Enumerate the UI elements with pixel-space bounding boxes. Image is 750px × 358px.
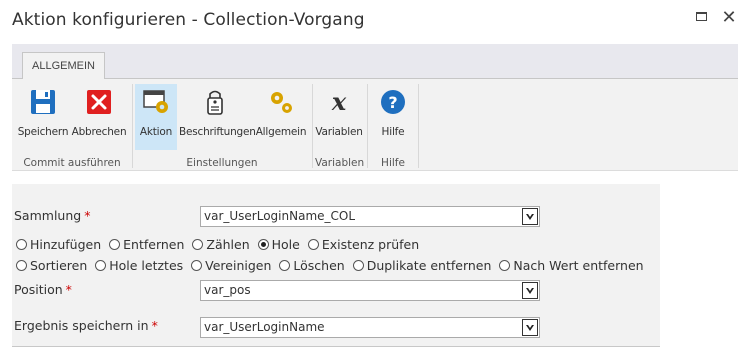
action-icon <box>143 90 168 113</box>
group-separator <box>132 84 133 168</box>
collection-value: var_UserLoginName_COL <box>204 209 356 223</box>
position-value: var_pos <box>204 283 251 297</box>
ribbon: ALLGEMEIN Speichern Abbrechen Commit aus… <box>12 44 738 171</box>
radio-duplikate-entfernen[interactable]: Duplikate entfernen <box>352 258 491 273</box>
general-button[interactable]: Allgemein <box>253 84 309 150</box>
title-bar: Aktion konfigurieren - Collection-Vorgan… <box>0 0 750 42</box>
result-value: var_UserLoginName <box>204 320 325 334</box>
config-form: Sammlung * var_UserLoginName_COL Hinzufüg… <box>12 184 660 347</box>
collection-select[interactable]: var_UserLoginName_COL <box>200 206 540 227</box>
group-separator <box>367 84 368 168</box>
operation-radio-row-2: Sortieren Hole letztes Vereinigen Lösche… <box>16 258 648 273</box>
help-label: Hilfe <box>381 126 405 138</box>
svg-text:x: x <box>331 88 347 116</box>
radio-vereinigen[interactable]: Vereinigen <box>191 258 271 273</box>
help-button[interactable]: ? Hilfe <box>370 84 416 150</box>
chevron-down-icon[interactable] <box>522 282 538 299</box>
cancel-label: Abbrechen <box>71 126 127 138</box>
chevron-down-icon[interactable] <box>522 208 538 225</box>
radio-loeschen[interactable]: Löschen <box>279 258 345 273</box>
radio-hole-letztes[interactable]: Hole letztes <box>95 258 183 273</box>
radio-hole[interactable]: Hole <box>257 237 300 252</box>
result-select[interactable]: var_UserLoginName <box>200 317 540 338</box>
group-help-label: Hilfe <box>381 157 405 169</box>
group-commit-label: Commit ausführen <box>23 157 121 169</box>
radio-zaehlen[interactable]: Zählen <box>192 237 250 252</box>
variables-button[interactable]: x Variablen <box>315 84 363 150</box>
radio-hinzufuegen[interactable]: Hinzufügen <box>16 237 101 252</box>
save-button[interactable]: Speichern <box>16 84 70 150</box>
operation-radio-row-1: Hinzufügen Entfernen Zählen Hole Existen… <box>16 237 423 252</box>
position-select[interactable]: var_pos <box>200 280 540 301</box>
tag-icon <box>207 90 223 115</box>
labels-label: Beschriftungen <box>179 126 256 138</box>
radio-existenz-pruefen[interactable]: Existenz prüfen <box>307 237 419 252</box>
collection-label: Sammlung * <box>14 208 91 223</box>
tab-allgemein[interactable]: ALLGEMEIN <box>22 52 105 79</box>
chevron-down-icon[interactable] <box>522 319 538 336</box>
general-label: Allgemein <box>255 126 307 138</box>
dialog-title: Aktion konfigurieren - Collection-Vorgan… <box>12 10 365 30</box>
radio-entfernen[interactable]: Entfernen <box>109 237 184 252</box>
cancel-icon <box>87 90 111 114</box>
svg-text:?: ? <box>388 93 397 112</box>
maximize-icon[interactable] <box>693 8 711 26</box>
group-separator <box>418 84 419 168</box>
position-label: Position * <box>14 282 72 297</box>
labels-button[interactable]: Beschriftungen <box>179 84 256 150</box>
variable-x-icon: x <box>331 88 347 116</box>
group-separator <box>312 84 313 168</box>
ribbon-tabstrip: ALLGEMEIN <box>12 44 738 79</box>
close-icon[interactable]: ✕ <box>720 8 738 26</box>
gears-icon <box>271 92 292 113</box>
radio-sortieren[interactable]: Sortieren <box>16 258 87 273</box>
cancel-button[interactable]: Abbrechen <box>70 84 128 150</box>
result-label: Ergebnis speichern in * <box>14 318 158 333</box>
group-settings-label: Einstellungen <box>186 157 258 169</box>
help-icon: ? <box>381 90 405 114</box>
action-button[interactable]: Aktion <box>135 84 177 150</box>
variables-label: Variablen <box>315 126 363 138</box>
save-label: Speichern <box>17 126 69 138</box>
group-variables-label: Variablen <box>315 157 365 169</box>
radio-nach-wert-entfernen[interactable]: Nach Wert entfernen <box>499 258 644 273</box>
action-label: Aktion <box>139 126 173 138</box>
save-icon <box>31 90 55 114</box>
